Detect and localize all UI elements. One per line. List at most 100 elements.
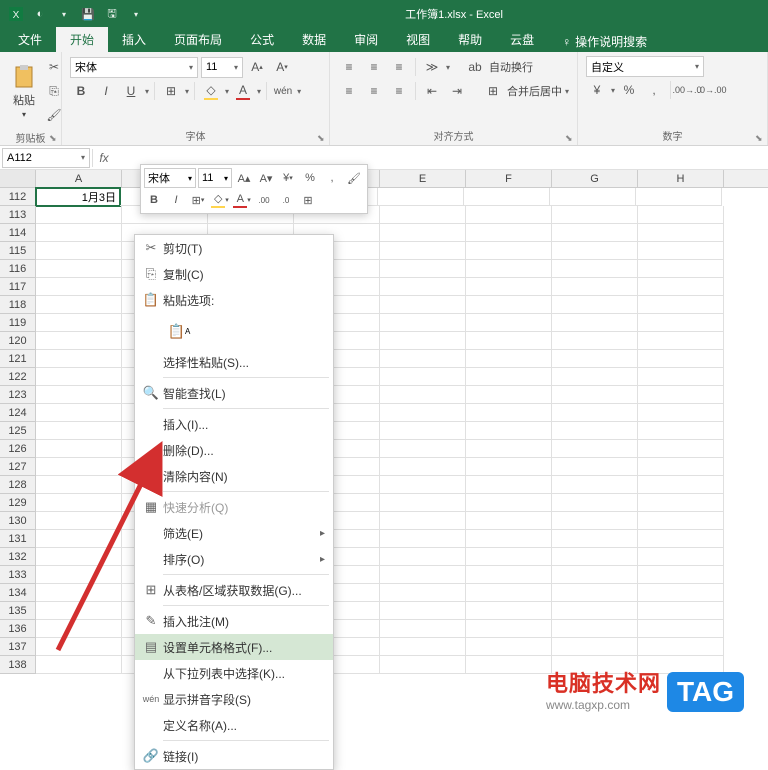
dialog-launcher-icon[interactable]: ⬊ — [49, 133, 59, 143]
cell[interactable] — [466, 566, 552, 584]
cell[interactable] — [380, 404, 466, 422]
row-header[interactable]: 123 — [0, 386, 36, 404]
caret-icon[interactable]: ▾ — [126, 4, 146, 24]
align-top-icon[interactable]: ≡ — [338, 56, 360, 78]
fx-icon[interactable]: fx — [93, 151, 115, 165]
mini-bold-button[interactable]: B — [144, 190, 164, 210]
cell[interactable] — [466, 278, 552, 296]
cell[interactable] — [36, 278, 122, 296]
menu-insert-comment[interactable]: ✎插入批注(M) — [135, 608, 333, 634]
menu-from-dropdown[interactable]: 从下拉列表中选择(K)... — [135, 660, 333, 686]
cell[interactable] — [638, 512, 724, 530]
cell[interactable] — [552, 404, 638, 422]
column-header[interactable]: F — [466, 170, 552, 187]
menu-paste-special[interactable]: 选择性粘贴(S)... — [135, 349, 333, 375]
cell[interactable] — [552, 242, 638, 260]
cell[interactable] — [552, 422, 638, 440]
cell[interactable] — [380, 602, 466, 620]
cell[interactable] — [638, 278, 724, 296]
cell[interactable] — [36, 242, 122, 260]
cell[interactable] — [466, 224, 552, 242]
cell[interactable] — [380, 386, 466, 404]
row-header[interactable]: 132 — [0, 548, 36, 566]
cell[interactable] — [466, 656, 552, 674]
dialog-launcher-icon[interactable]: ⬊ — [565, 133, 575, 143]
cell[interactable] — [466, 332, 552, 350]
merge-icon[interactable]: ⊞ — [482, 80, 504, 102]
cell[interactable] — [36, 296, 122, 314]
cell[interactable] — [36, 548, 122, 566]
cell[interactable] — [380, 296, 466, 314]
increase-decimal-icon[interactable]: .00→.0 — [676, 79, 698, 101]
bold-button[interactable]: B — [70, 80, 92, 102]
cell[interactable] — [380, 350, 466, 368]
menu-from-table[interactable]: ⊞从表格/区域获取数据(G)... — [135, 577, 333, 603]
mini-comma-icon[interactable]: , — [322, 168, 342, 188]
tab-data[interactable]: 数据 — [288, 27, 340, 52]
cell[interactable] — [36, 530, 122, 548]
cell[interactable] — [552, 620, 638, 638]
column-header[interactable]: E — [380, 170, 466, 187]
cell[interactable] — [638, 440, 724, 458]
tab-cloud[interactable]: 云盘 — [496, 27, 548, 52]
number-format-combo[interactable]: 自定义▾ — [586, 56, 704, 77]
cell[interactable] — [36, 386, 122, 404]
cell[interactable] — [466, 386, 552, 404]
cell[interactable] — [552, 224, 638, 242]
cell[interactable] — [36, 332, 122, 350]
cell[interactable] — [36, 638, 122, 656]
tab-view[interactable]: 视图 — [392, 27, 444, 52]
cell[interactable] — [552, 512, 638, 530]
cell[interactable] — [638, 206, 724, 224]
cell[interactable] — [638, 224, 724, 242]
cell[interactable] — [638, 242, 724, 260]
cell[interactable] — [466, 296, 552, 314]
cell[interactable] — [36, 314, 122, 332]
cell[interactable] — [552, 530, 638, 548]
row-header[interactable]: 122 — [0, 368, 36, 386]
decrease-decimal-icon[interactable]: .0→.00 — [701, 79, 723, 101]
row-header[interactable]: 125 — [0, 422, 36, 440]
mini-merge-icon[interactable]: ⊞ — [298, 190, 318, 210]
cell[interactable] — [380, 242, 466, 260]
orientation-icon[interactable]: ≫ — [421, 56, 443, 78]
cell[interactable] — [552, 440, 638, 458]
cell[interactable] — [378, 188, 464, 206]
cell[interactable] — [466, 512, 552, 530]
cell[interactable] — [552, 638, 638, 656]
cell[interactable] — [380, 368, 466, 386]
cell[interactable] — [638, 368, 724, 386]
mini-accounting-icon[interactable]: ¥▾ — [278, 168, 298, 188]
align-bottom-icon[interactable]: ≡ — [388, 56, 410, 78]
menu-insert[interactable]: 插入(I)... — [135, 411, 333, 437]
mini-dec-decimal-icon[interactable]: .0 — [276, 190, 296, 210]
cell[interactable] — [36, 512, 122, 530]
autosave-toggle[interactable]: ◐ — [30, 4, 50, 24]
cell[interactable] — [36, 260, 122, 278]
row-header[interactable]: 134 — [0, 584, 36, 602]
cell[interactable] — [466, 458, 552, 476]
row-header[interactable]: 127 — [0, 458, 36, 476]
font-color-icon[interactable]: A — [232, 80, 254, 102]
cell[interactable] — [552, 548, 638, 566]
tell-me-search[interactable]: ♀ 操作说明搜索 — [554, 31, 655, 52]
cell[interactable] — [638, 458, 724, 476]
cell[interactable] — [466, 548, 552, 566]
cell[interactable] — [466, 206, 552, 224]
dialog-launcher-icon[interactable]: ⬊ — [317, 133, 327, 143]
row-header[interactable]: 135 — [0, 602, 36, 620]
cell[interactable] — [466, 350, 552, 368]
cell[interactable] — [36, 602, 122, 620]
cell[interactable] — [466, 602, 552, 620]
save-as-icon[interactable]: 🖫 — [102, 4, 122, 24]
paste-button[interactable]: 粘贴 ▾ — [8, 62, 40, 121]
row-header[interactable]: 136 — [0, 620, 36, 638]
row-header[interactable]: 112 — [0, 188, 36, 206]
row-header[interactable]: 118 — [0, 296, 36, 314]
mini-percent-icon[interactable]: % — [300, 168, 320, 188]
cell[interactable] — [552, 602, 638, 620]
mini-borders-icon[interactable]: ⊞▾ — [188, 190, 208, 210]
merge-label[interactable]: 合并后居中 — [507, 83, 562, 99]
percent-icon[interactable]: % — [618, 79, 640, 101]
caret-icon[interactable]: ▾ — [54, 4, 74, 24]
